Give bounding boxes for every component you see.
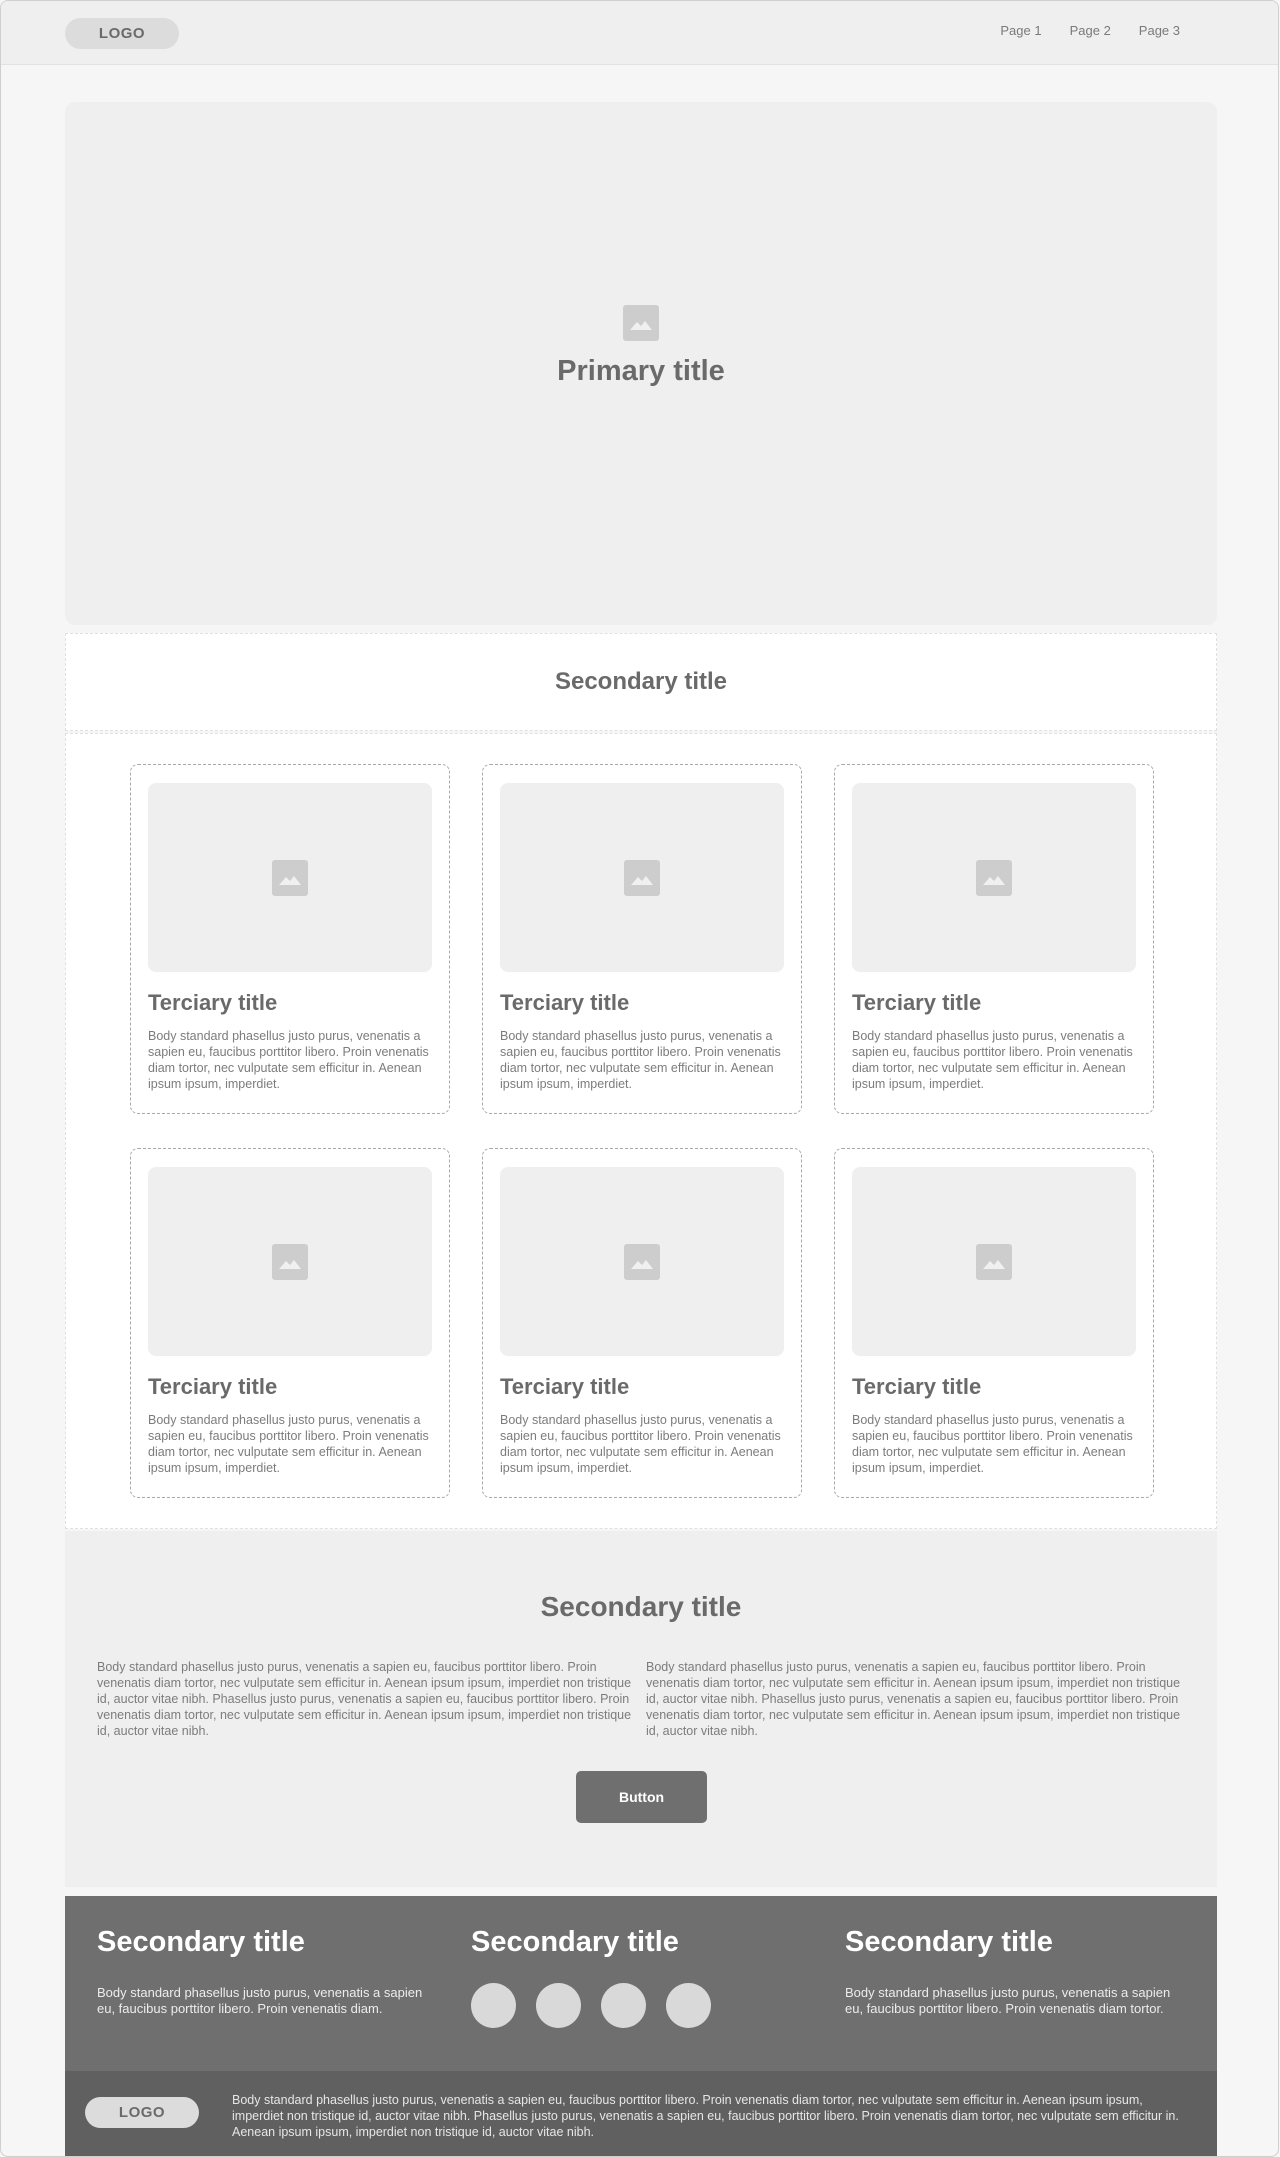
card-body: Body standard phasellus justo purus, ven… <box>148 1413 429 1475</box>
footer-column-1: Secondary title Body standard phasellus … <box>97 1926 437 2017</box>
card-image <box>852 783 1136 972</box>
card-body: Body standard phasellus justo purus, ven… <box>500 1029 781 1091</box>
section-title: Secondary title <box>540 1591 742 1622</box>
image-placeholder-icon <box>272 859 308 896</box>
footer-column-2: Secondary title <box>471 1926 711 2028</box>
body-text-column-1: Body standard phasellus justo purus, ven… <box>97 1660 632 1738</box>
image-placeholder-icon <box>623 305 659 341</box>
page-frame: LOGO Page 1 Page 2 Page 3 Primary title … <box>0 0 1279 2157</box>
card-image <box>500 783 784 972</box>
social-links <box>471 1983 711 2028</box>
footer-bottom: LOGO Body standard phasellus justo purus… <box>65 2071 1217 2156</box>
nav-link-page-2[interactable]: Page 2 <box>1070 23 1111 38</box>
footer-column-3: Secondary title Body standard phasellus … <box>845 1926 1185 2017</box>
hero-banner: Primary title <box>65 102 1217 625</box>
card-body: Body standard phasellus justo purus, ven… <box>852 1029 1133 1091</box>
social-icon[interactable] <box>666 1983 711 2028</box>
card-title: Terciary title <box>852 990 982 1015</box>
header: LOGO Page 1 Page 2 Page 3 <box>1 1 1278 65</box>
card-body: Body standard phasellus justo purus, ven… <box>148 1029 429 1091</box>
body-text-column-2: Body standard phasellus justo purus, ven… <box>646 1660 1181 1738</box>
image-placeholder-icon <box>272 1243 308 1280</box>
card-body: Body standard phasellus justo purus, ven… <box>500 1413 781 1475</box>
card[interactable]: Terciary title Body standard phasellus j… <box>130 764 450 1114</box>
card-image <box>500 1167 784 1356</box>
image-placeholder-icon <box>976 1243 1012 1280</box>
social-icon[interactable] <box>601 1983 646 2028</box>
card-image <box>852 1167 1136 1356</box>
top-nav: Page 1 Page 2 Page 3 <box>1000 23 1180 38</box>
footer-title: Secondary title <box>845 1926 1053 1958</box>
card-title: Terciary title <box>148 990 278 1015</box>
card[interactable]: Terciary title Body standard phasellus j… <box>482 764 802 1114</box>
nav-link-page-3[interactable]: Page 3 <box>1139 23 1180 38</box>
footer-text: Body standard phasellus justo purus, ven… <box>845 1985 1171 2016</box>
footer: Secondary title Body standard phasellus … <box>65 1896 1217 2071</box>
card[interactable]: Terciary title Body standard phasellus j… <box>130 1148 450 1498</box>
footer-title: Secondary title <box>97 1926 305 1958</box>
cards-section: Terciary title Body standard phasellus j… <box>65 733 1217 1529</box>
card-image <box>148 783 432 972</box>
social-icon[interactable] <box>536 1983 581 2028</box>
primary-title: Primary title <box>557 355 725 387</box>
card[interactable]: Terciary title Body standard phasellus j… <box>834 1148 1154 1498</box>
card-image <box>148 1167 432 1356</box>
text-section: Secondary title Body standard phasellus … <box>65 1531 1217 1887</box>
footer-logo[interactable]: LOGO <box>85 2097 199 2128</box>
image-placeholder-icon <box>624 859 660 896</box>
logo[interactable]: LOGO <box>65 18 179 49</box>
image-placeholder-icon <box>624 1243 660 1280</box>
section-title: Secondary title <box>554 668 728 695</box>
primary-button[interactable]: Button <box>576 1771 707 1823</box>
footer-title: Secondary title <box>471 1926 679 1958</box>
footer-bottom-text: Body standard phasellus justo purus, ven… <box>232 2093 1179 2139</box>
text-columns: Body standard phasellus justo purus, ven… <box>97 1659 1185 1739</box>
card-body: Body standard phasellus justo purus, ven… <box>852 1413 1133 1475</box>
card[interactable]: Terciary title Body standard phasellus j… <box>482 1148 802 1498</box>
card-title: Terciary title <box>148 1374 278 1399</box>
card[interactable]: Terciary title Body standard phasellus j… <box>834 764 1154 1114</box>
card-title: Terciary title <box>500 990 630 1015</box>
card-title: Terciary title <box>852 1374 982 1399</box>
footer-text: Body standard phasellus justo purus, ven… <box>97 1985 423 2016</box>
image-placeholder-icon <box>976 859 1012 896</box>
nav-link-page-1[interactable]: Page 1 <box>1000 23 1041 38</box>
section-title-band: Secondary title <box>65 633 1217 731</box>
social-icon[interactable] <box>471 1983 516 2028</box>
cards-grid: Terciary title Body standard phasellus j… <box>130 764 1154 1498</box>
card-title: Terciary title <box>500 1374 630 1399</box>
